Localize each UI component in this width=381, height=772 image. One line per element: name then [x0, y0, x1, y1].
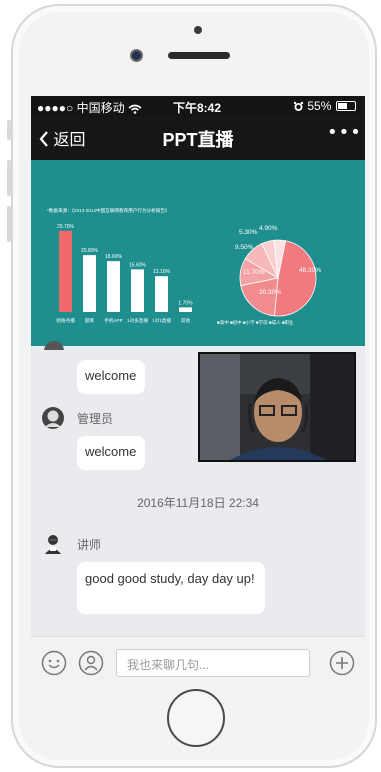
- bar: [83, 255, 96, 312]
- earpiece-speaker: [168, 52, 230, 59]
- bar: [107, 261, 120, 312]
- slide-caption: *数据来源：《2013-2014中国互联网教育用户行为分析报告》: [47, 207, 170, 214]
- message-timestamp: 2016年11月18日 22:34: [137, 496, 259, 510]
- signal-carrier: ●●●●○ 中国移动: [37, 99, 142, 116]
- battery-fill: [338, 103, 347, 109]
- bar: [179, 307, 192, 312]
- wifi-icon: [128, 104, 142, 114]
- mute-switch: [7, 120, 11, 140]
- proximity-sensor: [194, 26, 202, 34]
- chat-input-bar: 我也来聊几句...: [31, 636, 365, 688]
- bar-value-label: 15.60%: [129, 262, 147, 268]
- video-frame: [200, 354, 354, 460]
- bar-value-label: 1.70%: [178, 300, 193, 306]
- sender-name: 管理员: [77, 412, 114, 426]
- bar-value-label: 13.10%: [153, 269, 171, 275]
- bar-category-label: 1对1直播: [152, 317, 171, 324]
- status-bar: ●●●●○ 中国移动 下午8:42 55%: [31, 96, 365, 116]
- pie-legend: ■高中 ■初中 ■小学 ■学前 ■成人 ■职业: [217, 319, 294, 326]
- message-bubble: welcome: [77, 360, 145, 394]
- page-title: PPT直播: [162, 130, 234, 150]
- gift-icon[interactable]: [78, 650, 104, 676]
- carrier-name: 中国移动: [76, 101, 125, 115]
- pie-slice-label: 5.30%: [239, 229, 258, 236]
- sender-name: 讲师: [77, 538, 102, 552]
- bar-category-label: 组络点播: [56, 317, 75, 324]
- battery-percent: 55%: [307, 99, 332, 113]
- more-options-button[interactable]: •••: [327, 122, 362, 143]
- bar-value-label: 20.80%: [81, 248, 99, 254]
- lecturer-avatar-icon: [41, 532, 65, 560]
- emoji-icon[interactable]: [41, 650, 67, 676]
- message-bubble: welcome: [77, 436, 145, 470]
- navigation-bar: 返回 PPT直播 •••: [31, 116, 365, 160]
- avatar: [43, 340, 65, 350]
- admin-avatar-icon: [41, 406, 65, 434]
- plus-icon[interactable]: [329, 650, 355, 676]
- ppt-slide[interactable]: *数据来源：《2013-2014中国互联网教育用户行为分析报告》 29.70% 组络…: [31, 160, 365, 346]
- pie-slice-label: 9.50%: [235, 244, 254, 251]
- pie-slice-label: 20.30%: [259, 289, 281, 296]
- signal-strength: ●●●●○: [37, 101, 74, 115]
- status-right: 55%: [293, 99, 331, 113]
- bar: [59, 230, 72, 312]
- bar-value-label: 29.70%: [57, 224, 75, 230]
- home-button[interactable]: [167, 689, 225, 747]
- bar: [155, 276, 168, 312]
- bar-category-label: 题库: [85, 317, 95, 324]
- battery-icon: [336, 101, 356, 111]
- bar-value-label: 18.60%: [105, 254, 123, 260]
- bar: [131, 269, 144, 312]
- volume-up-button: [7, 160, 11, 196]
- pie-slice-label: 11.70%: [243, 269, 265, 276]
- phone-screen: ●●●●○ 中国移动 下午8:42 55% 返回 PPT直播 ••• *数据来源…: [31, 96, 365, 688]
- lecturer-video-feed[interactable]: [198, 352, 356, 462]
- bar-category-label: 手机APP: [104, 317, 122, 324]
- volume-down-button: [7, 206, 11, 242]
- pie-slice-label: 48.30%: [299, 267, 321, 274]
- pie-slice-label: 4.90%: [259, 225, 278, 232]
- bar-category-label: 其他: [181, 317, 191, 324]
- alarm-clock-icon: [293, 102, 304, 112]
- message-bubble: good good study, day day up!: [77, 562, 265, 614]
- front-camera: [130, 49, 143, 62]
- status-time: 下午8:42: [173, 101, 222, 115]
- bar-category-label: 1对多直播: [127, 317, 148, 324]
- chat-input[interactable]: 我也来聊几句...: [116, 649, 310, 677]
- slide-chart: *数据来源：《2013-2014中国互联网教育用户行为分析报告》 29.70% 组络…: [47, 207, 321, 326]
